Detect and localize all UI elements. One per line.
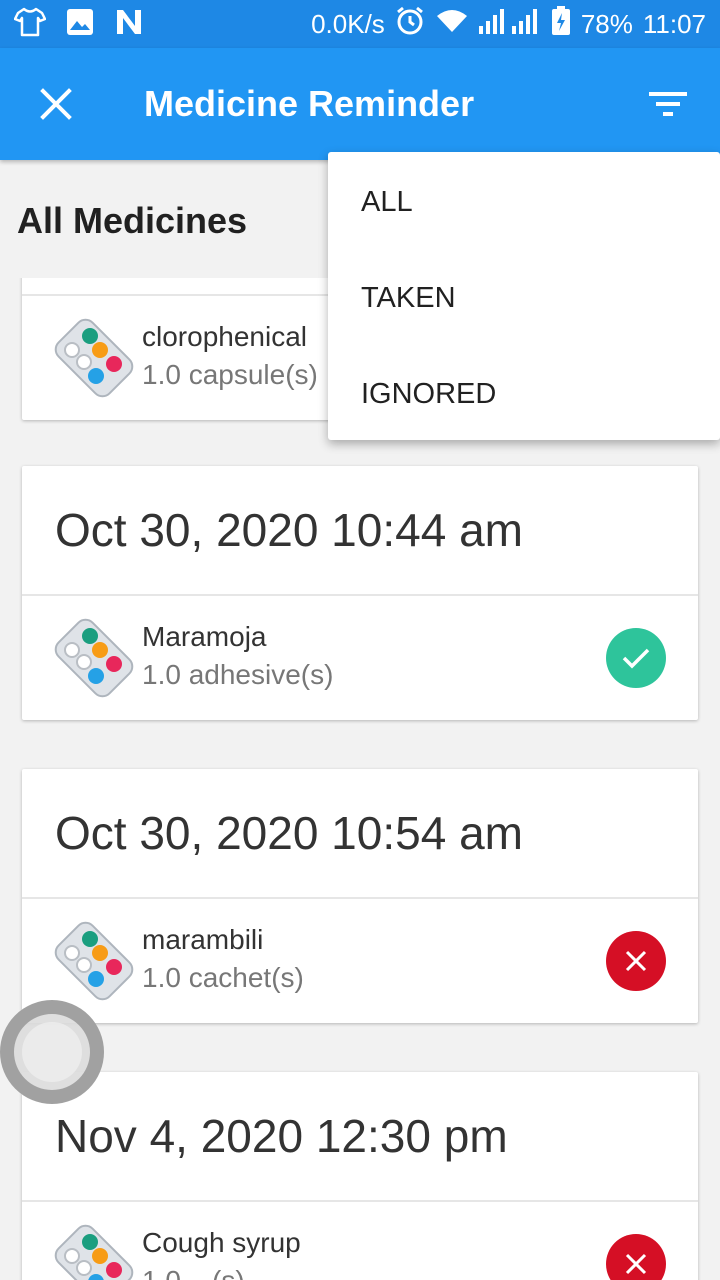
medicine-dose: 1.0 adhesive(s): [142, 659, 334, 690]
touch-indicator: [0, 1000, 104, 1104]
medicine-card: Oct 30, 2020 10:54 am marambili 1.0 cach…: [22, 769, 698, 1023]
close-button[interactable]: [0, 48, 112, 160]
medicine-item[interactable]: Cough syrup 1.0 ...(s): [22, 1202, 698, 1280]
menu-item-taken[interactable]: TAKEN: [328, 250, 720, 346]
menu-item-ignored[interactable]: IGNORED: [328, 346, 720, 442]
medicine-name: Maramoja: [142, 621, 267, 652]
x-icon: [625, 950, 647, 972]
close-icon: [40, 88, 72, 120]
medicine-name: Cough syrup: [142, 1227, 301, 1258]
medicine-card: Nov 4, 2020 12:30 pm Cough syrup 1.0 ...…: [22, 1072, 698, 1280]
pill-pack-icon: [54, 921, 134, 1001]
menu-item-all[interactable]: ALL: [328, 154, 720, 250]
medicine-dose: 1.0 cachet(s): [142, 962, 304, 993]
filter-menu: ALL TAKEN IGNORED: [328, 152, 720, 440]
ignored-status-button[interactable]: [606, 1234, 666, 1280]
wifi-icon: [435, 8, 469, 41]
medicine-card: Oct 30, 2020 10:44 am Maramoja 1.0 adhes…: [22, 466, 698, 720]
alarm-icon: [395, 6, 425, 43]
pill-pack-icon: [54, 318, 134, 398]
battery-level: 78%: [580, 8, 633, 39]
battery-icon: [551, 5, 571, 43]
filter-button[interactable]: [616, 48, 720, 160]
pill-pack-icon: [54, 618, 134, 698]
x-icon: [625, 1253, 647, 1275]
medicine-name: clorophenical: [142, 321, 307, 352]
taken-status-button[interactable]: [606, 628, 666, 688]
medicine-item[interactable]: Maramoja 1.0 adhesive(s): [22, 596, 698, 720]
card-date: Oct 30, 2020 10:44 am: [22, 466, 698, 596]
touch-indicator-center: [22, 1022, 82, 1082]
section-title: All Medicines: [17, 200, 248, 241]
app-title: Medicine Reminder: [144, 83, 475, 124]
signal-icon: [478, 8, 541, 41]
pill-pack-icon: [54, 1224, 134, 1280]
ignored-status-button[interactable]: [606, 931, 666, 991]
clock: 11:07: [642, 8, 706, 39]
medicine-dose: 1.0 ...(s): [142, 1262, 301, 1280]
app-bar: Medicine Reminder: [0, 48, 720, 160]
medicine-name: marambili: [142, 924, 264, 955]
tshirt-icon: [13, 7, 47, 42]
card-date: Nov 4, 2020 12:30 pm: [22, 1072, 698, 1202]
status-bar: 0.0K/s 78% 11:07: [0, 0, 720, 48]
check-icon: [622, 648, 650, 669]
card-date: Oct 30, 2020 10:54 am: [22, 769, 698, 899]
medicine-item[interactable]: marambili 1.0 cachet(s): [22, 899, 698, 1023]
n-icon: [114, 8, 144, 41]
network-speed: 0.0K/s: [311, 8, 385, 39]
medicine-dose: 1.0 capsule(s): [142, 359, 318, 390]
filter-icon: [649, 92, 687, 116]
image-icon: [66, 8, 94, 41]
